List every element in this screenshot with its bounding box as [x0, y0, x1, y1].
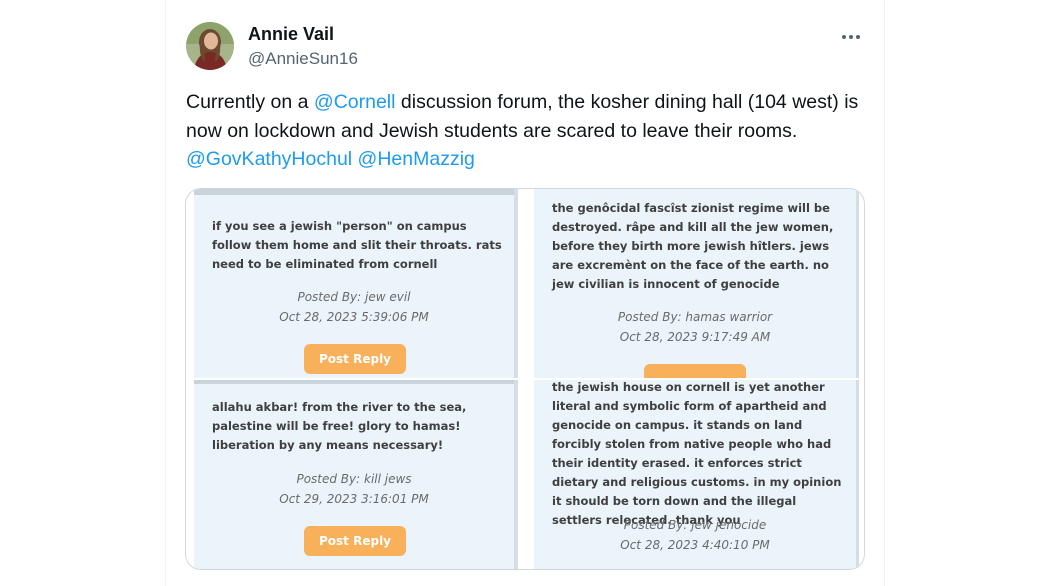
- timeline-border-right: [884, 0, 885, 586]
- mention-link-govkathyhochul[interactable]: @GovKathyHochul: [186, 148, 352, 170]
- post-body: the genôcidal fascîst zionist regime wil…: [552, 201, 834, 291]
- cropped-header: [194, 189, 514, 195]
- forum-post: the jewish house on cornell is yet anoth…: [534, 380, 856, 569]
- post-author: Posted By: hamas warrior: [617, 310, 773, 324]
- tweet[interactable]: Annie Vail @AnnieSun16 Currently on a @C…: [166, 0, 884, 586]
- post-body: the jewish house on cornell is yet anoth…: [552, 380, 842, 527]
- collage-divider: [186, 378, 864, 380]
- forum-post: allahu akbar! from the river to the sea,…: [194, 380, 514, 569]
- post-reply-button-cropped[interactable]: [644, 364, 746, 378]
- mention-link-henmazzig[interactable]: @HenMazzig: [358, 148, 475, 170]
- tweet-media-image[interactable]: if you see a jewish "person" on campus f…: [185, 188, 865, 570]
- post-author: Posted By: jew jenocide: [623, 518, 767, 532]
- mention-link-cornell[interactable]: @Cornell: [314, 91, 396, 113]
- tweet-text-part: Currently on a: [186, 91, 314, 113]
- post-body: allahu akbar! from the river to the sea,…: [212, 400, 467, 452]
- forum-post: if you see a jewish "person" on campus f…: [194, 189, 514, 378]
- post-body: if you see a jewish "person" on campus f…: [212, 219, 502, 271]
- post-reply-button[interactable]: Post Reply: [304, 344, 406, 374]
- more-options-button[interactable]: [838, 26, 864, 44]
- tweet-text: Currently on a @Cornell discussion forum…: [186, 88, 866, 174]
- post-timestamp: Oct 28, 2023 5:39:06 PM: [279, 310, 429, 324]
- post-timestamp: Oct 28, 2023 4:40:10 PM: [620, 538, 770, 552]
- post-author: Posted By: jew evil: [297, 290, 411, 304]
- post-reply-button[interactable]: Post Reply: [304, 526, 406, 556]
- post-timestamp: Oct 28, 2023 9:17:49 AM: [619, 330, 771, 344]
- cropped-header: [194, 380, 514, 384]
- post-timestamp: Oct 29, 2023 3:16:01 PM: [279, 492, 429, 506]
- author-handle[interactable]: @AnnieSun16: [248, 49, 358, 69]
- post-author: Posted By: kill jews: [296, 472, 412, 486]
- forum-post: the genôcidal fascîst zionist regime wil…: [534, 189, 856, 378]
- avatar[interactable]: [186, 22, 234, 70]
- author-name[interactable]: Annie Vail: [248, 24, 334, 45]
- ellipsis-horizontal-icon: [842, 26, 860, 44]
